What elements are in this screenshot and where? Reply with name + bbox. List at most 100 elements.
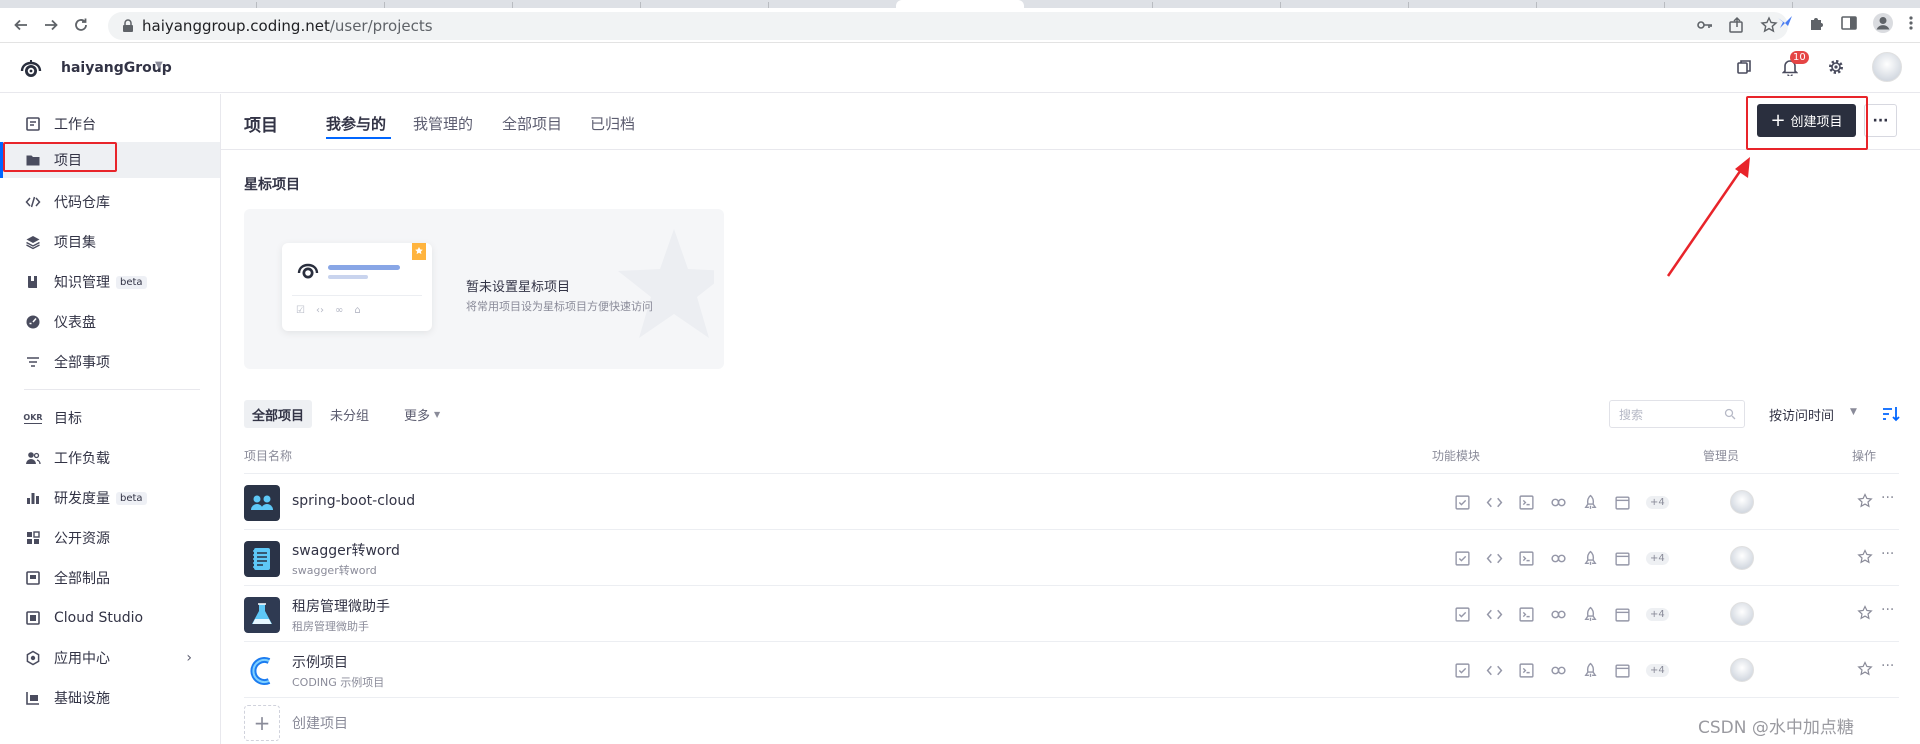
admin-avatar[interactable] xyxy=(1730,490,1754,514)
admin-avatar[interactable] xyxy=(1730,658,1754,682)
more-modules-badge[interactable]: +4 xyxy=(1646,664,1669,677)
link-module-icon[interactable] xyxy=(1550,662,1567,679)
filter-all-projects[interactable]: 全部项目 xyxy=(244,400,313,428)
sidebar-item-artifacts[interactable]: 全部制品 xyxy=(0,560,220,596)
sidebar-item-workload[interactable]: 工作负载 xyxy=(0,440,220,476)
sidebar-item-app-center[interactable]: 应用中心 › xyxy=(0,640,220,676)
side-panel-icon[interactable] xyxy=(1840,14,1858,36)
tab-archived[interactable]: 已归档 xyxy=(590,113,635,134)
admin-avatar[interactable] xyxy=(1730,602,1754,626)
gear-icon[interactable] xyxy=(1826,57,1846,77)
table-row[interactable]: 租房管理微助手 租房管理微助手 +4 ··· xyxy=(244,585,1899,641)
code-module-icon[interactable] xyxy=(1486,662,1503,679)
sidebar-item-code-repo[interactable]: 代码仓库 xyxy=(0,184,220,220)
user-avatar[interactable] xyxy=(1872,52,1902,82)
more-options-button[interactable]: ··· xyxy=(1864,104,1897,137)
sort-by-dropdown[interactable]: 按访问时间 xyxy=(1769,405,1834,424)
project-name[interactable]: spring-boot-cloud xyxy=(292,493,415,509)
star-icon[interactable] xyxy=(1857,661,1873,677)
chevron-down-icon[interactable]: ▼ xyxy=(1850,407,1857,417)
terminal-module-icon[interactable] xyxy=(1518,494,1535,511)
project-name[interactable]: swagger转word xyxy=(292,540,400,560)
issues-module-icon[interactable] xyxy=(1454,494,1471,511)
bookmark-icon xyxy=(412,243,426,260)
profile-icon[interactable] xyxy=(1872,12,1894,38)
sidebar-item-goals[interactable]: OKR 目标 xyxy=(0,400,220,436)
team-logo-icon[interactable] xyxy=(16,54,46,84)
table-row[interactable]: swagger转word swagger转word +4 ··· xyxy=(244,529,1899,585)
sidebar-item-workbench[interactable]: 工作台 xyxy=(0,106,220,142)
back-icon[interactable] xyxy=(6,10,36,40)
link-icon: ∞ xyxy=(334,305,344,316)
code-module-icon[interactable] xyxy=(1486,494,1503,511)
sidebar-item-dashboard[interactable]: 仪表盘 xyxy=(0,304,220,340)
link-module-icon[interactable] xyxy=(1550,606,1567,623)
filter-ungrouped[interactable]: 未分组 xyxy=(322,400,377,428)
main-content: 项目 我参与的 我管理的 全部项目 已归档 + 创建项目 ··· 星标项目 ☑ … xyxy=(221,94,1920,744)
terminal-module-icon[interactable] xyxy=(1518,606,1535,623)
browser-menu-icon[interactable] xyxy=(1908,14,1914,36)
deploy-module-icon[interactable] xyxy=(1582,494,1599,511)
search-input[interactable]: 搜索 xyxy=(1609,400,1745,428)
project-description: 租房管理微助手 xyxy=(292,620,369,633)
sidebar-item-cloud-studio[interactable]: Cloud Studio xyxy=(0,600,220,636)
star-icon[interactable] xyxy=(1857,549,1873,565)
issues-module-icon[interactable] xyxy=(1454,550,1471,567)
code-module-icon[interactable] xyxy=(1486,550,1503,567)
star-icon[interactable] xyxy=(1857,493,1873,509)
link-module-icon[interactable] xyxy=(1550,494,1567,511)
terminal-module-icon[interactable] xyxy=(1518,550,1535,567)
deploy-module-icon[interactable] xyxy=(1582,550,1599,567)
share-icon[interactable] xyxy=(1728,16,1746,38)
artifact-module-icon[interactable] xyxy=(1614,662,1631,679)
tab-managed[interactable]: 我管理的 xyxy=(413,113,473,134)
browser-active-tab[interactable] xyxy=(896,0,1024,8)
address-bar[interactable]: haiyanggroup.coding.net/user/projects xyxy=(108,12,1788,40)
sidebar-item-metrics[interactable]: 研发度量 beta xyxy=(0,480,220,516)
project-name[interactable]: 示例项目 xyxy=(292,652,348,672)
issues-module-icon[interactable] xyxy=(1454,606,1471,623)
artifact-module-icon[interactable] xyxy=(1614,494,1631,511)
code-module-icon[interactable] xyxy=(1486,606,1503,623)
filter-more[interactable]: 更多 ▼ xyxy=(396,400,448,428)
extensions-puzzle-icon[interactable] xyxy=(1808,14,1826,36)
copy-windows-icon[interactable] xyxy=(1734,57,1754,77)
row-more-icon[interactable]: ··· xyxy=(1881,602,1894,618)
row-more-icon[interactable]: ··· xyxy=(1881,490,1894,506)
tab-all-projects[interactable]: 全部项目 xyxy=(502,113,562,134)
create-project-row[interactable]: + 创建项目 xyxy=(244,697,1899,741)
notification-bell-icon[interactable]: 10 xyxy=(1780,51,1809,77)
terminal-module-icon[interactable] xyxy=(1518,662,1535,679)
more-modules-badge[interactable]: +4 xyxy=(1646,608,1669,621)
artifact-module-icon[interactable] xyxy=(1614,550,1631,567)
sort-order-icon[interactable] xyxy=(1881,404,1901,424)
tab-participated[interactable]: 我参与的 xyxy=(326,113,386,134)
sidebar-item-all-issues[interactable]: 全部事项 xyxy=(0,344,220,380)
sidebar-item-public-resources[interactable]: 公开资源 xyxy=(0,520,220,556)
forward-icon[interactable] xyxy=(36,10,66,40)
chevron-down-icon[interactable]: ▼ xyxy=(155,60,163,71)
reload-icon[interactable] xyxy=(66,10,96,40)
deploy-module-icon[interactable] xyxy=(1582,662,1599,679)
star-icon[interactable] xyxy=(1857,605,1873,621)
starred-empty-title: 暂未设置星标项目 xyxy=(466,280,571,295)
project-name[interactable]: 租房管理微助手 xyxy=(292,596,390,616)
row-more-icon[interactable]: ··· xyxy=(1881,546,1894,562)
artifact-module-icon[interactable] xyxy=(1614,606,1631,623)
sidebar-item-infrastructure[interactable]: 基础设施 xyxy=(0,680,220,716)
row-more-icon[interactable]: ··· xyxy=(1881,658,1894,674)
sidebar-item-project-sets[interactable]: 项目集 xyxy=(0,224,220,260)
table-row[interactable]: spring-boot-cloud +4 ··· xyxy=(244,473,1899,529)
issues-module-icon[interactable] xyxy=(1454,662,1471,679)
link-module-icon[interactable] xyxy=(1550,550,1567,567)
users-icon xyxy=(24,449,42,467)
deploy-module-icon[interactable] xyxy=(1582,606,1599,623)
table-row[interactable]: 示例项目 CODING 示例项目 +4 ··· xyxy=(244,641,1899,697)
create-project-row-label: 创建项目 xyxy=(292,716,348,732)
more-modules-badge[interactable]: +4 xyxy=(1646,552,1669,565)
admin-avatar[interactable] xyxy=(1730,546,1754,570)
more-modules-badge[interactable]: +4 xyxy=(1646,496,1669,509)
extension-bird-icon[interactable] xyxy=(1776,14,1794,36)
sidebar-item-knowledge[interactable]: 知识管理 beta xyxy=(0,264,220,300)
key-icon[interactable] xyxy=(1696,16,1714,38)
